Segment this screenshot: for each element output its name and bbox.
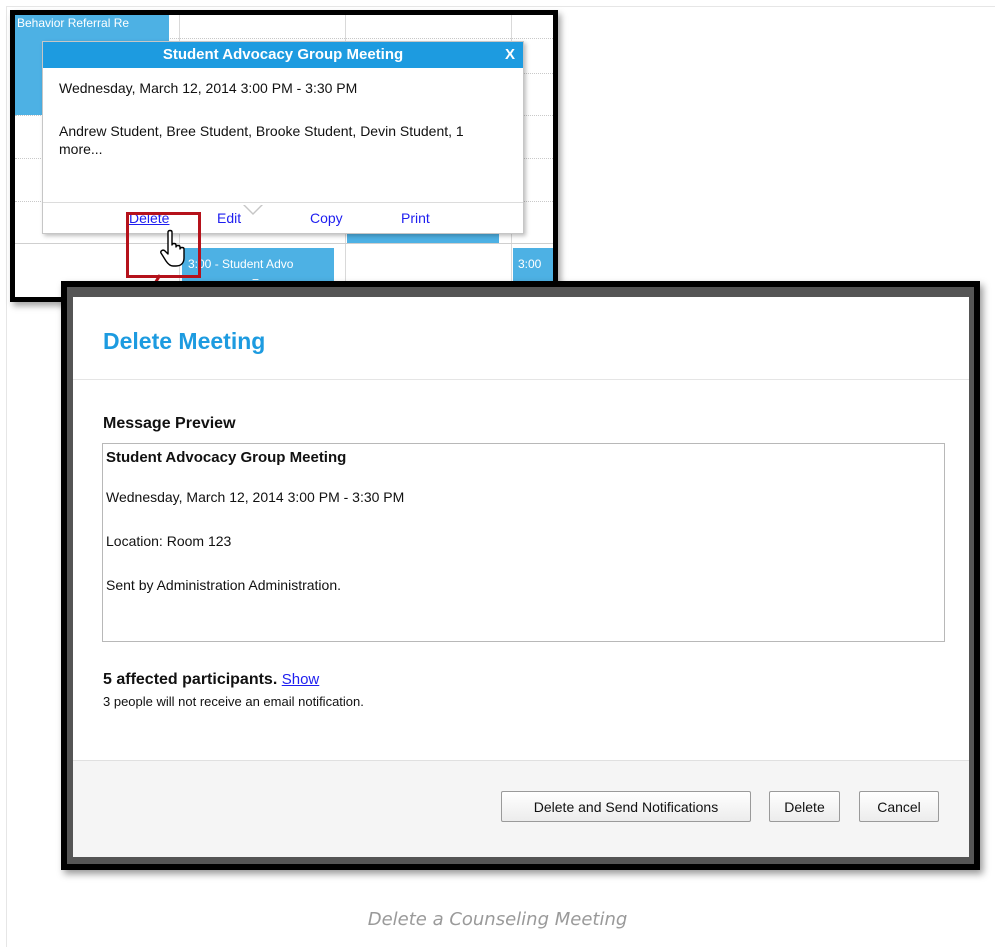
copy-link[interactable]: Copy bbox=[310, 210, 343, 226]
popup-title: Student Advocacy Group Meeting bbox=[162, 46, 404, 63]
popup-actions: Delete Edit Copy Print bbox=[43, 202, 523, 233]
behavior-referral-label: Behavior Referral Re bbox=[17, 16, 130, 30]
event-label: 3:00 - Student Advo bbox=[188, 257, 294, 271]
popup-header: Student Advocacy Group Meeting X bbox=[43, 42, 523, 68]
hand-cursor-icon bbox=[160, 229, 185, 267]
dialog-footer: Delete and Send Notifications Delete Can… bbox=[73, 760, 969, 857]
message-preview-label: Message Preview bbox=[103, 415, 236, 432]
message-preview-box: Student Advocacy Group Meeting Wednesday… bbox=[102, 443, 945, 642]
affected-count: 5 affected participants. bbox=[103, 671, 278, 688]
popup-when: Wednesday, March 12, 2014 3:00 PM - 3:30… bbox=[59, 80, 358, 96]
close-icon[interactable]: X bbox=[505, 42, 515, 68]
cancel-button[interactable]: Cancel bbox=[859, 791, 939, 822]
delete-meeting-dialog: Delete Meeting Message Preview Student A… bbox=[73, 297, 969, 857]
dialog-title: Delete Meeting bbox=[103, 328, 266, 354]
event-label: 3:00 bbox=[518, 257, 542, 271]
meeting-popup: Student Advocacy Group Meeting X Wednesd… bbox=[42, 41, 524, 234]
popup-participants: Andrew Student, Bree Student, Brooke Stu… bbox=[59, 123, 464, 157]
preview-location: Location: Room 123 bbox=[106, 533, 232, 549]
preview-sent-by: Sent by Administration Administration. bbox=[106, 577, 342, 593]
print-link[interactable]: Print bbox=[401, 210, 430, 226]
delete-and-send-button[interactable]: Delete and Send Notifications bbox=[501, 791, 751, 822]
delete-button[interactable]: Delete bbox=[769, 791, 840, 822]
preview-when: Wednesday, March 12, 2014 3:00 PM - 3:30… bbox=[106, 489, 405, 505]
show-participants-link[interactable]: Show bbox=[282, 671, 320, 688]
divider bbox=[73, 379, 969, 380]
affected-participants: 5 affected participants. Show bbox=[103, 671, 319, 689]
delete-dialog-screenshot: Delete Meeting Message Preview Student A… bbox=[61, 281, 980, 870]
preview-subject: Student Advocacy Group Meeting bbox=[106, 449, 347, 466]
figure-caption: Delete a Counseling Meeting bbox=[367, 909, 628, 930]
notification-note: 3 people will not receive an email notif… bbox=[103, 694, 364, 709]
edit-link[interactable]: Edit bbox=[217, 210, 241, 226]
calendar-screenshot: Behavior Referral Re 3:00 - Student Advo… bbox=[10, 10, 558, 302]
